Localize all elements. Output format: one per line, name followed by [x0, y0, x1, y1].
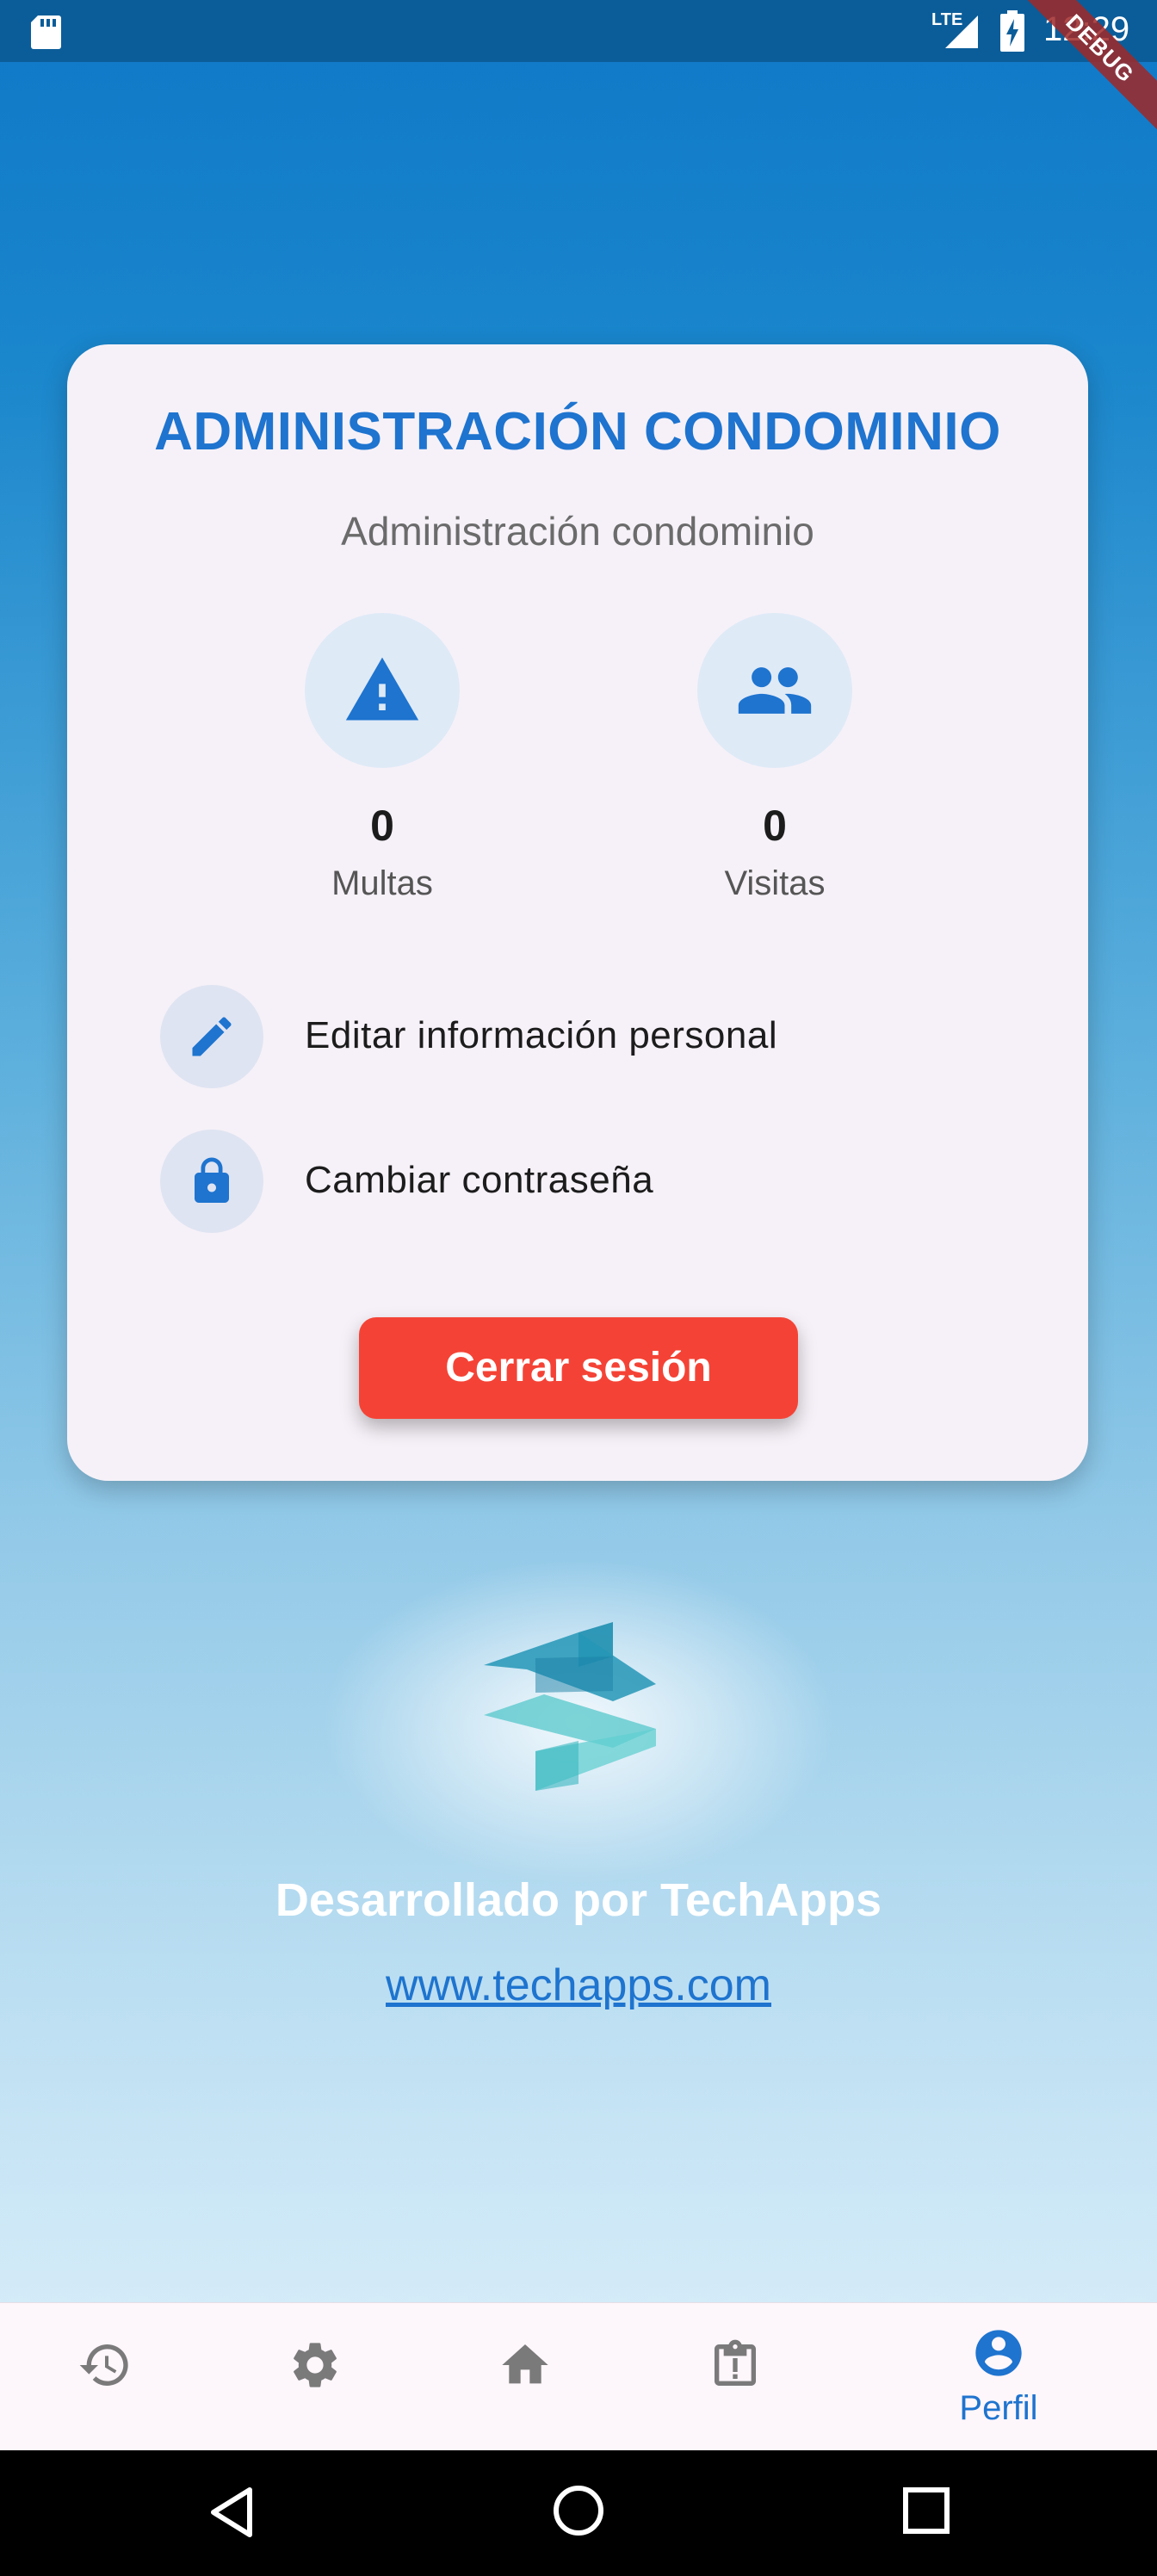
nav-report[interactable] [666, 2303, 804, 2451]
lock-icon-circle [160, 1130, 263, 1233]
home-circle-icon[interactable] [551, 2483, 606, 2538]
edit-icon [192, 1017, 232, 1056]
signal-icon [945, 15, 978, 48]
techapps-logo-icon [484, 1622, 656, 1791]
stat-visitas-circle [697, 613, 852, 768]
card-title: ADMINISTRACIÓN CONDOMINIO [154, 402, 1001, 461]
nav-history[interactable] [36, 2303, 174, 2451]
home-icon [502, 2344, 548, 2384]
warning-icon [345, 657, 419, 721]
profile-icon [975, 2330, 1022, 2376]
card-subtitle: Administración condominio [341, 509, 814, 554]
stat-value: 0 [763, 802, 787, 850]
status-bar: LTE 12:29 DEBUG [0, 0, 1157, 140]
debug-banner: DEBUG [1008, 0, 1157, 140]
bottom-navigation: Perfil [0, 2302, 1157, 2450]
sd-card-icon [31, 15, 61, 49]
back-icon[interactable] [207, 2485, 258, 2540]
change-password-option[interactable]: Cambiar contraseña [160, 1128, 1021, 1235]
nav-profile[interactable]: Perfil [930, 2303, 1067, 2451]
developer-credit: Desarrollado por TechApps [275, 1874, 882, 1926]
website-link[interactable]: www.techapps.com [0, 1960, 1157, 2011]
nav-settings[interactable] [246, 2303, 384, 2451]
stat-label: Visitas [724, 864, 826, 902]
stat-multas-circle [305, 613, 460, 768]
stat-value: 0 [370, 802, 394, 850]
logout-button[interactable]: Cerrar sesión [359, 1317, 798, 1419]
edit-icon-circle [160, 985, 263, 1088]
system-navigation-bar [0, 2450, 1157, 2576]
stat-visitas: 0 Visitas [646, 613, 904, 923]
stat-label: Multas [331, 864, 433, 902]
edit-personal-info-label: Editar información personal [305, 1014, 778, 1056]
stat-multas: 0 Multas [253, 613, 511, 923]
change-password-label: Cambiar contraseña [305, 1159, 654, 1201]
profile-card: ADMINISTRACIÓN CONDOMINIO Administración… [67, 344, 1088, 1481]
report-icon [715, 2339, 756, 2386]
lock-icon [195, 1157, 229, 1203]
nav-home[interactable] [456, 2303, 594, 2451]
history-icon [79, 2344, 128, 2386]
settings-icon [294, 2343, 337, 2387]
edit-personal-info-option[interactable]: Editar información personal [160, 983, 1021, 1090]
battery-charging-icon [1000, 10, 1024, 52]
people-icon [738, 667, 812, 714]
recents-icon[interactable] [900, 2485, 952, 2536]
nav-profile-label: Perfil [959, 2389, 1038, 2427]
